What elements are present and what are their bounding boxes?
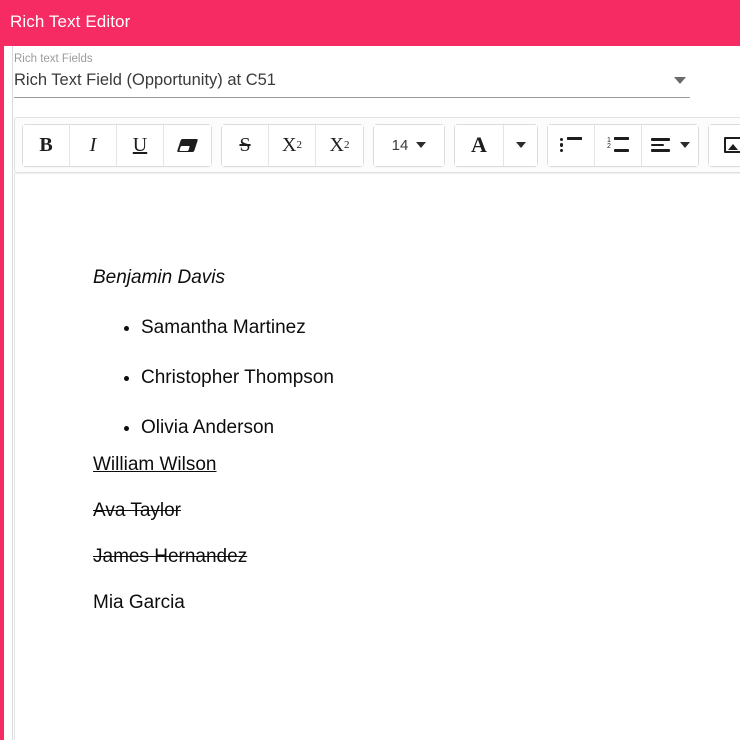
underline-button[interactable]: U <box>117 124 164 166</box>
bold-button[interactable]: B <box>23 124 70 166</box>
align-dropdown[interactable] <box>642 124 698 166</box>
italic-button[interactable]: I <box>70 124 117 166</box>
text-style-group: B I U <box>22 123 212 167</box>
script-group: S X2 X2 <box>221 123 364 167</box>
remove-format-button[interactable] <box>164 124 211 166</box>
formatting-toolbar: B I U S X2 X2 14 A 1 2 <box>14 117 740 173</box>
list-group: 1 2 <box>547 123 699 167</box>
rich-text-field-select[interactable]: Rich text Fields Rich Text Field (Opport… <box>14 52 690 100</box>
numbered-list-marker-2: 2 <box>607 143 611 150</box>
chevron-down-icon <box>515 142 526 148</box>
eraser-icon <box>176 138 199 152</box>
bulleted-list-icon <box>560 137 582 153</box>
list-item: Olivia Anderson <box>141 417 693 439</box>
font-size-dropdown[interactable]: 14 <box>374 124 444 166</box>
bulleted-list: Samantha Martinez Christopher Thompson O… <box>93 317 693 439</box>
subscript-button[interactable]: X2 <box>316 124 363 166</box>
align-left-icon <box>650 137 673 153</box>
insert-image-button[interactable] <box>709 124 740 166</box>
font-size-value: 14 <box>391 136 409 154</box>
subscript-base: X <box>329 133 344 156</box>
list-item: Samantha Martinez <box>141 317 693 339</box>
editor-content-area[interactable]: Benjamin Davis Samantha Martinez Christo… <box>14 173 740 740</box>
font-size-group: 14 <box>373 123 445 167</box>
chevron-down-icon[interactable] <box>674 77 686 84</box>
rich-text-editor-app: Rich Text Editor Rich text Fields Rich T… <box>0 0 740 740</box>
text-color-dropdown[interactable] <box>504 124 537 166</box>
document-strikethrough-line: Ava Taylor <box>93 500 182 521</box>
chevron-down-icon <box>416 142 427 148</box>
field-underline <box>14 97 690 98</box>
subscript-index: 2 <box>343 139 350 151</box>
superscript-button[interactable]: X2 <box>269 124 316 166</box>
superscript-exponent: 2 <box>296 139 302 151</box>
bulleted-list-button[interactable] <box>548 124 595 166</box>
insert-group <box>708 123 740 167</box>
document-link-line[interactable]: William Wilson <box>93 454 693 476</box>
numbered-list-icon: 1 2 <box>607 137 629 153</box>
strikethrough-button[interactable]: S <box>222 124 269 166</box>
document-plain-line: Mia Garcia <box>93 592 185 613</box>
numbered-list-button[interactable]: 1 2 <box>595 124 642 166</box>
rich-text-field-select-value: Rich Text Field (Opportunity) at C51 <box>14 71 276 89</box>
page-title: Rich Text Editor <box>10 12 131 31</box>
list-item: Christopher Thompson <box>141 367 693 389</box>
image-icon <box>723 137 740 153</box>
editor-shell: Rich text Fields Rich Text Field (Opport… <box>0 46 740 740</box>
document-strikethrough-line: James Hernandez <box>93 546 248 567</box>
left-rail-divider <box>12 46 13 740</box>
document-body: Benjamin Davis Samantha Martinez Christo… <box>93 267 693 614</box>
text-color-group: A <box>454 123 538 167</box>
text-color-button[interactable]: A <box>455 124 504 166</box>
superscript-base: X <box>282 133 297 156</box>
rich-text-field-select-label: Rich text Fields <box>14 53 93 65</box>
document-heading: Benjamin Davis <box>93 267 225 288</box>
chevron-down-icon <box>679 142 690 148</box>
app-header: Rich Text Editor <box>0 0 740 46</box>
